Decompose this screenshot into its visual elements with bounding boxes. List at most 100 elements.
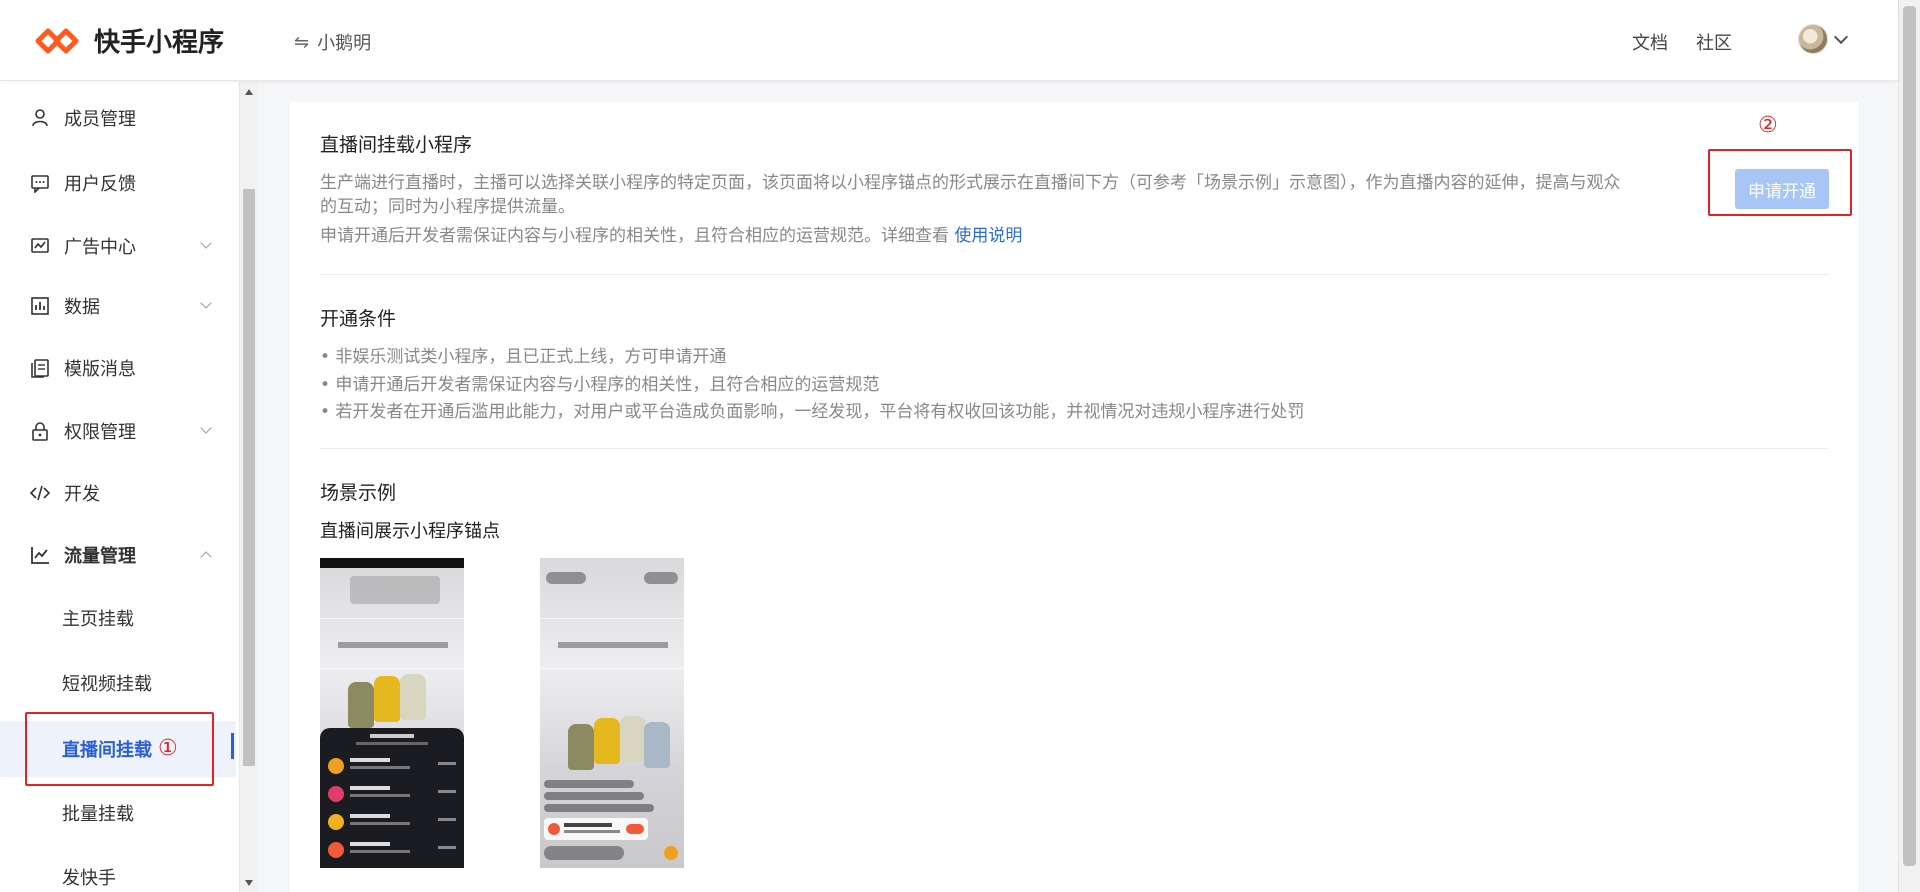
mini-program-panel — [320, 728, 464, 868]
sidebar-item-data[interactable]: 数据 — [0, 286, 236, 326]
sidebar-item-label: 广告中心 — [64, 237, 136, 258]
description-line-2: 的互动；同时为小程序提供流量。 — [320, 197, 575, 217]
phone-status-bar — [320, 558, 464, 568]
wall-line — [320, 668, 464, 669]
condition-item: • 非娱乐测试类小程序，且已正式上线，方可申请开通 — [320, 347, 727, 367]
user-icon — [28, 106, 52, 130]
scene-example-image-2 — [540, 558, 684, 868]
panel-row — [328, 754, 456, 780]
chat-message — [544, 780, 634, 788]
wall-line — [540, 618, 684, 619]
trend-icon — [28, 543, 52, 567]
sidebar-item-develop[interactable]: 开发 — [0, 473, 236, 513]
chevron-up-icon — [200, 551, 212, 563]
yellow-coat — [594, 718, 620, 764]
top-header: 快手小程序 ⇋ 小鹅明 文档 社区 — [0, 0, 1898, 81]
sidebar-item-feedback[interactable]: 用户反馈 — [0, 163, 236, 203]
yellow-coat — [374, 676, 400, 722]
green-coat — [348, 682, 374, 728]
description-line-1: 生产端进行直播时，主播可以选择关联小程序的特定页面，该页面将以小程序锚点的形式展… — [320, 173, 1621, 193]
scene-example-image-1 — [320, 558, 464, 868]
wall-line — [320, 618, 464, 619]
header-links: 文档 社区 — [1632, 29, 1732, 55]
sidebar-item-label: 权限管理 — [64, 422, 136, 443]
kuaishou-logo-icon — [35, 28, 79, 53]
section-title-scene: 场景示例 — [320, 482, 397, 504]
live-room-overlay — [350, 576, 440, 604]
sidebar-item-permissions[interactable]: 权限管理 — [0, 411, 236, 451]
wall-line — [540, 668, 684, 669]
message-icon — [28, 171, 52, 195]
ad-icon — [28, 234, 52, 258]
sidebar-scroll-thumb[interactable] — [243, 189, 255, 766]
annotation-box-1 — [25, 712, 214, 786]
user-menu[interactable] — [1798, 24, 1849, 54]
divider — [320, 274, 1828, 275]
mini-program-anchor — [544, 818, 648, 840]
main-card: 直播间挂载小程序 生产端进行直播时，主播可以选择关联小程序的特定页面，该页面将以… — [290, 102, 1858, 892]
sidebar-item-label: 用户反馈 — [64, 174, 136, 195]
lock-icon — [28, 419, 52, 443]
sidebar-subitem-batch-mount[interactable]: 批量挂载 — [0, 785, 236, 841]
denim-coat — [644, 722, 670, 768]
chart-icon — [28, 294, 52, 318]
divider — [320, 448, 1828, 449]
sidebar-subitem-label: 短视频挂载 — [62, 674, 152, 695]
sidebar-subitem-post-kuaishou[interactable]: 发快手 — [0, 849, 236, 892]
chat-message — [544, 804, 654, 812]
chevron-down-icon — [1833, 29, 1849, 45]
description-text: 申请开通后开发者需保证内容与小程序的相关性，且符合相应的运营规范。详细查看 — [320, 226, 949, 246]
scroll-down-arrow-icon[interactable] — [245, 880, 253, 886]
annotation-box-2 — [1708, 149, 1852, 216]
chevron-down-icon — [200, 422, 212, 434]
code-icon — [28, 481, 52, 505]
clothes-rack — [558, 642, 668, 648]
docs-link[interactable]: 文档 — [1632, 29, 1668, 55]
community-link[interactable]: 社区 — [1696, 29, 1732, 55]
page-scrollbar[interactable] — [1898, 0, 1920, 892]
light-coat — [400, 674, 426, 720]
sidebar-subitem-short-video-mount[interactable]: 短视频挂载 — [0, 655, 236, 711]
annotation-number-1: ① — [158, 736, 178, 761]
sidebar-subitem-homepage-mount[interactable]: 主页挂载 — [0, 590, 236, 646]
clothes-rack — [338, 642, 448, 648]
panel-row — [328, 810, 456, 836]
sidebar-item-ad-center[interactable]: 广告中心 — [0, 226, 236, 266]
app-title: 快手小程序 — [94, 28, 225, 58]
panel-row — [328, 838, 456, 864]
sidebar-subitem-label: 批量挂载 — [62, 804, 134, 825]
sidebar-subitem-label: 主页挂载 — [62, 609, 134, 630]
sidebar-item-label: 模版消息 — [64, 359, 136, 380]
panel-row — [328, 782, 456, 808]
light-coat — [620, 716, 646, 762]
chevron-down-icon — [200, 237, 212, 249]
chat-message — [544, 792, 644, 800]
active-indicator — [231, 733, 234, 759]
green-coat — [568, 724, 594, 770]
switch-icon: ⇋ — [294, 31, 310, 53]
sidebar-item-traffic[interactable]: 流量管理 — [0, 535, 236, 575]
sidebar-item-members[interactable]: 成员管理 — [0, 98, 236, 138]
sidebar-item-template-messages[interactable]: 模版消息 — [0, 348, 236, 388]
sidebar-subitem-label: 发快手 — [62, 868, 116, 889]
usage-guide-link[interactable]: 使用说明 — [954, 226, 1022, 246]
sidebar-item-label: 数据 — [64, 297, 100, 318]
avatar[interactable] — [1798, 24, 1828, 54]
sidebar-item-label: 开发 — [64, 484, 100, 505]
current-app-name: 小鹅明 — [317, 33, 372, 54]
sidebar-item-label: 流量管理 — [64, 546, 136, 567]
chevron-down-icon — [200, 297, 212, 309]
description-line-3: 申请开通后开发者需保证内容与小程序的相关性，且符合相应的运营规范。详细查看 使用… — [320, 224, 1022, 248]
condition-item: • 申请开通后开发者需保证内容与小程序的相关性，且符合相应的运营规范 — [320, 375, 880, 395]
section-title-live-mount: 直播间挂载小程序 — [320, 134, 473, 156]
scroll-up-arrow-icon[interactable] — [245, 89, 253, 95]
sidebar-scrollbar[interactable] — [240, 81, 258, 892]
scene-subtitle: 直播间展示小程序锚点 — [320, 521, 500, 542]
page-scroll-thumb[interactable] — [1903, 6, 1916, 866]
annotation-number-2: ② — [1758, 113, 1778, 138]
sidebar-item-label: 成员管理 — [64, 109, 136, 130]
app-switcher[interactable]: ⇋ 小鹅明 — [294, 29, 371, 55]
condition-item: • 若开发者在开通后滥用此能力，对用户或平台造成负面影响，一经发现，平台将有权收… — [320, 402, 1305, 422]
app-logo[interactable]: 快手小程序 — [34, 22, 224, 59]
section-title-conditions: 开通条件 — [320, 308, 397, 330]
